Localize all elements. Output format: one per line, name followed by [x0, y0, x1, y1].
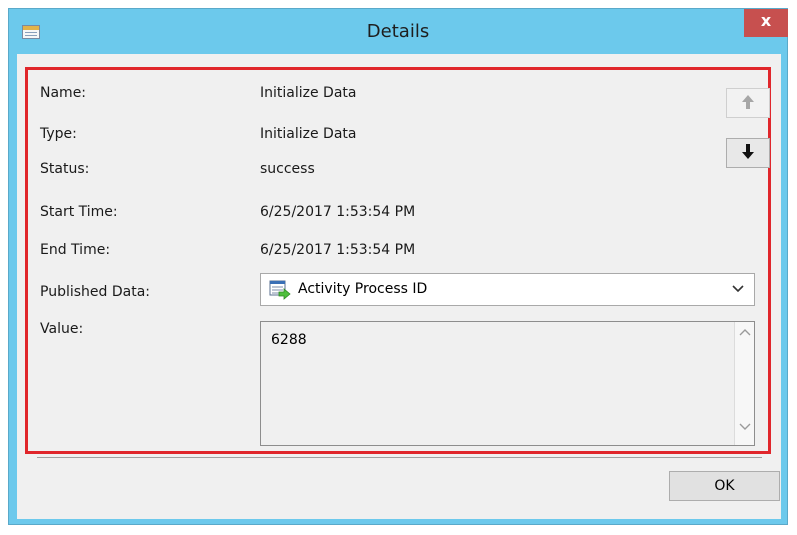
- name-label: Name:: [40, 85, 87, 101]
- scroll-down-button[interactable]: [735, 420, 754, 442]
- start-time-value: 6/25/2017 1:53:54 PM: [260, 204, 416, 220]
- status-label: Status:: [40, 161, 90, 177]
- type-value: Initialize Data: [260, 126, 357, 142]
- scroll-up-button[interactable]: [735, 325, 754, 347]
- chevron-down-icon: [732, 285, 744, 293]
- name-value: Initialize Data: [260, 85, 357, 101]
- published-data-icon: [269, 280, 291, 300]
- value-scrollbar[interactable]: [734, 322, 754, 445]
- dialog-title: Details: [366, 21, 430, 42]
- next-button[interactable]: [726, 138, 770, 168]
- dialog-body: Name: Initialize Data Type: Initialize D…: [17, 54, 781, 519]
- published-data-label: Published Data:: [40, 284, 150, 300]
- scroll-up-icon: [739, 329, 750, 336]
- start-time-label: Start Time:: [40, 204, 118, 220]
- value-textbox[interactable]: 6288: [260, 321, 755, 446]
- end-time-value: 6/25/2017 1:53:54 PM: [260, 242, 416, 258]
- separator: [37, 457, 762, 458]
- value-text: 6288: [271, 332, 307, 348]
- previous-button[interactable]: [726, 88, 770, 118]
- status-value: success: [260, 161, 315, 177]
- published-data-dropdown[interactable]: Activity Process ID: [260, 273, 755, 306]
- ok-button[interactable]: OK: [669, 471, 780, 501]
- type-label: Type:: [40, 126, 77, 142]
- end-time-label: End Time:: [40, 242, 111, 258]
- scroll-down-icon: [739, 423, 750, 430]
- details-dialog: Details x Name: Initialize Data Type: In…: [8, 8, 788, 525]
- value-label: Value:: [40, 321, 84, 337]
- arrow-up-icon: [742, 95, 754, 109]
- arrow-down-icon: [742, 144, 754, 159]
- published-data-selected: Activity Process ID: [298, 281, 428, 297]
- title-bar[interactable]: Details x: [9, 9, 788, 54]
- close-button[interactable]: x: [744, 9, 788, 37]
